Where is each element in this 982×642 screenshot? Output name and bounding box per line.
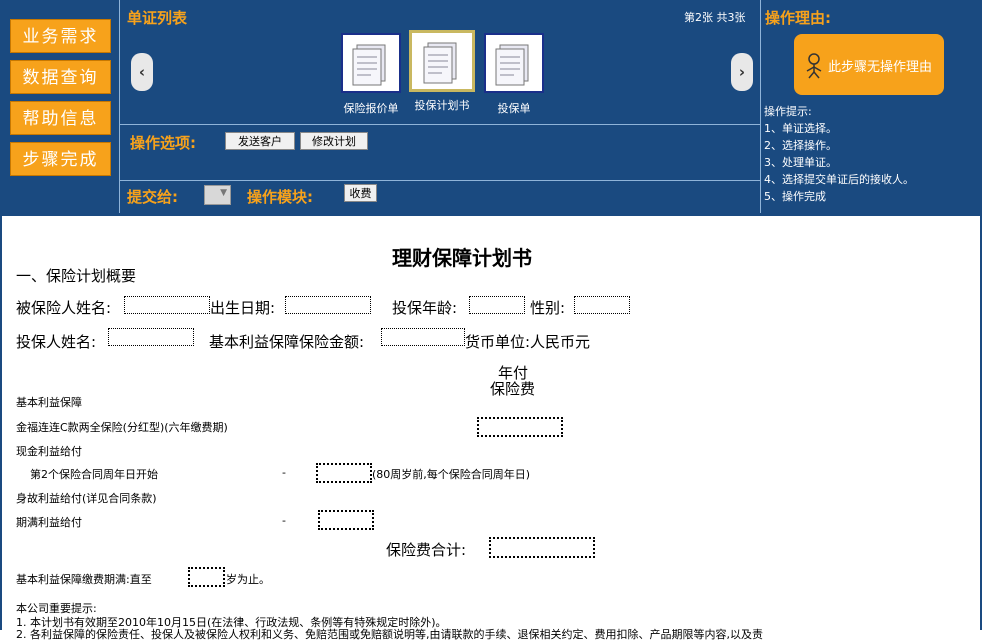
send-customer-button[interactable]: 发送客户 xyxy=(225,132,295,150)
charge-button[interactable]: 收费 xyxy=(344,184,377,202)
person-icon xyxy=(806,53,822,79)
total-premium-field[interactable] xyxy=(489,537,595,558)
tip-item: 3、处理单证。 xyxy=(764,156,837,169)
applicant-name-field[interactable] xyxy=(108,328,194,346)
gender-label: 性别: xyxy=(530,299,566,317)
sum-insured-label: 基本利益保障保险金额: xyxy=(209,333,365,351)
insured-age-field[interactable] xyxy=(469,296,525,314)
tip-item: 5、操作完成 xyxy=(764,190,826,203)
currency-label: 货币单位:人民币元 xyxy=(465,333,591,351)
maturity-benefit-label: 期满利益给付 xyxy=(16,516,82,529)
module-label: 操作模块: xyxy=(247,188,313,206)
gender-field[interactable] xyxy=(574,296,630,314)
options-label: 操作选项: xyxy=(130,134,196,152)
cash-benefit-field[interactable] xyxy=(316,463,372,483)
tips-title: 操作提示: xyxy=(764,105,812,118)
doc-label-plan: 投保计划书 xyxy=(414,99,470,112)
doc-label-quote: 保险报价单 xyxy=(343,102,399,115)
doc-thumb-application[interactable] xyxy=(484,33,544,93)
chevron-down-icon: ▼ xyxy=(220,188,227,198)
prev-arrow-icon[interactable]: ‹ xyxy=(131,53,153,91)
divider xyxy=(120,124,760,125)
tip-item: 2、选择操作。 xyxy=(764,139,837,152)
divider xyxy=(120,180,760,181)
next-arrow-icon[interactable]: › xyxy=(731,53,753,91)
doc-label-application: 投保单 xyxy=(497,102,531,115)
submit-to-select[interactable]: ▼ xyxy=(204,185,231,205)
cash-start-label: 第2个保险合同周年日开始 xyxy=(30,468,158,481)
tip-item: 4、选择提交单证后的接收人。 xyxy=(764,173,914,186)
divider xyxy=(760,0,761,213)
sidebar-item-step-complete[interactable]: 步骤完成 xyxy=(10,142,111,176)
death-benefit-label: 身故利益给付(详见合同条款) xyxy=(16,492,157,505)
product-name: 金福连连C款两全保险(分红型)(六年缴费期) xyxy=(16,421,228,434)
top-panel: 业务需求 数据查询 帮助信息 步骤完成 单证列表 第2张 共3张 ‹ › 保险报… xyxy=(0,0,982,213)
birth-date-field[interactable] xyxy=(285,296,371,314)
reason-title: 操作理由: xyxy=(765,9,831,27)
no-reason-button[interactable]: 此步骤无操作理由 xyxy=(794,34,944,95)
document-icon xyxy=(352,44,386,86)
document-icon xyxy=(495,44,529,86)
page-info: 第2张 共3张 xyxy=(684,11,746,24)
premium-field[interactable] xyxy=(477,417,563,437)
cash-note: (80周岁前,每个保险合同周年日) xyxy=(372,468,531,481)
insured-name-field[interactable] xyxy=(124,296,210,314)
applicant-name-label: 投保人姓名: xyxy=(16,333,97,351)
basic-benefit-label: 基本利益保障 xyxy=(16,396,82,409)
birth-date-label: 出生日期: xyxy=(210,299,276,317)
divider xyxy=(119,0,120,213)
cash-benefit-label: 现金利益给付 xyxy=(16,445,82,458)
sidebar-item-help-info[interactable]: 帮助信息 xyxy=(10,101,111,135)
document-area: 理财保障计划书 一、保险计划概要 被保险人姓名: 出生日期: 投保年龄: 性别:… xyxy=(0,216,982,641)
dash: - xyxy=(282,466,286,479)
modify-plan-button[interactable]: 修改计划 xyxy=(300,132,368,150)
sum-insured-field[interactable] xyxy=(381,328,465,346)
sidebar-item-data-query[interactable]: 数据查询 xyxy=(10,60,111,94)
maturity-benefit-field[interactable] xyxy=(318,510,374,530)
dash: - xyxy=(282,514,286,527)
doc-thumb-quote[interactable] xyxy=(341,33,401,93)
section-heading: 一、保险计划概要 xyxy=(16,267,137,285)
tip-item: 1、单证选择。 xyxy=(764,122,837,135)
payment-until-label: 基本利益保障缴费期满:直至 xyxy=(16,573,152,586)
submit-to-label: 提交给: xyxy=(127,188,178,206)
annual-premium-header-2: 保险费 xyxy=(490,380,536,398)
doc-list-title: 单证列表 xyxy=(127,9,188,27)
sidebar-item-business-needs[interactable]: 业务需求 xyxy=(10,19,111,53)
doc-thumb-plan[interactable] xyxy=(409,30,475,92)
insured-name-label: 被保险人姓名: xyxy=(16,299,112,317)
notice-item: 2. 各利益保障的保险责任、投保人及被保险人权利和义务、免赔范围或免赔额说明等,… xyxy=(16,628,763,641)
payment-age-field[interactable] xyxy=(188,567,225,587)
insured-age-label: 投保年龄: xyxy=(392,299,458,317)
age-until-label: 岁为止。 xyxy=(226,573,270,586)
total-premium-label: 保险费合计: xyxy=(386,541,467,559)
document-icon xyxy=(423,42,457,84)
document-title: 理财保障计划书 xyxy=(392,246,532,270)
no-reason-label: 此步骤无操作理由 xyxy=(828,60,933,75)
